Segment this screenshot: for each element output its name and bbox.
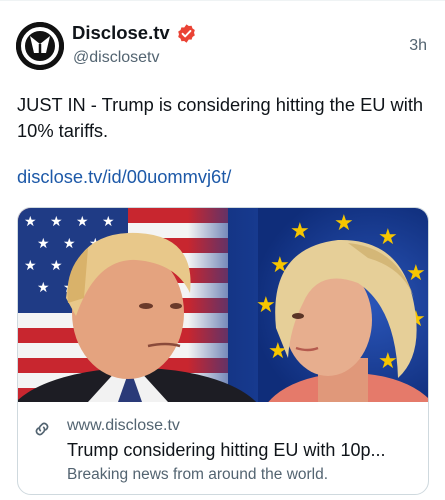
svg-text:★: ★ (37, 280, 50, 296)
post-text: JUST IN - Trump is considering hitting t… (17, 94, 424, 141)
author-handle[interactable]: @disclosetv (73, 49, 160, 67)
svg-text:★: ★ (256, 293, 276, 318)
post-link[interactable]: disclose.tv/id/00uommvj6t/ (17, 166, 231, 188)
post-timestamp[interactable]: 3h (409, 37, 427, 55)
svg-text:★: ★ (24, 214, 37, 230)
verified-badge-icon (177, 23, 195, 43)
svg-text:★: ★ (406, 261, 426, 286)
svg-text:★: ★ (63, 236, 76, 252)
card-title[interactable]: Trump considering hitting EU with 10p... (67, 440, 412, 461)
svg-text:★: ★ (50, 258, 63, 274)
svg-text:★: ★ (37, 236, 50, 252)
author-avatar[interactable] (16, 22, 64, 70)
svg-text:★: ★ (334, 211, 354, 236)
disclose-logo-icon (16, 22, 64, 70)
svg-text:★: ★ (378, 349, 398, 374)
card-description: Breaking news from around the world. (67, 466, 329, 483)
card-domain: www.disclose.tv (67, 417, 180, 434)
author-display-name[interactable]: Disclose.tv (72, 22, 170, 44)
top-divider (0, 0, 445, 1)
svg-text:★: ★ (24, 258, 37, 274)
link-preview-card[interactable]: ★★★★ ★★★ ★★★★ ★★★ ★★★ ★★★ ★★★ (17, 207, 429, 495)
link-icon (35, 422, 49, 436)
svg-text:★: ★ (378, 225, 398, 250)
card-image[interactable]: ★★★★ ★★★ ★★★★ ★★★ ★★★ ★★★ ★★★ (18, 208, 428, 402)
svg-text:★: ★ (290, 219, 310, 244)
card-meta[interactable]: www.disclose.tv Trump considering hittin… (18, 402, 428, 494)
svg-text:★: ★ (76, 214, 89, 230)
author-name-row[interactable]: Disclose.tv (72, 22, 197, 44)
svg-text:★: ★ (50, 214, 63, 230)
svg-text:★: ★ (102, 214, 115, 230)
